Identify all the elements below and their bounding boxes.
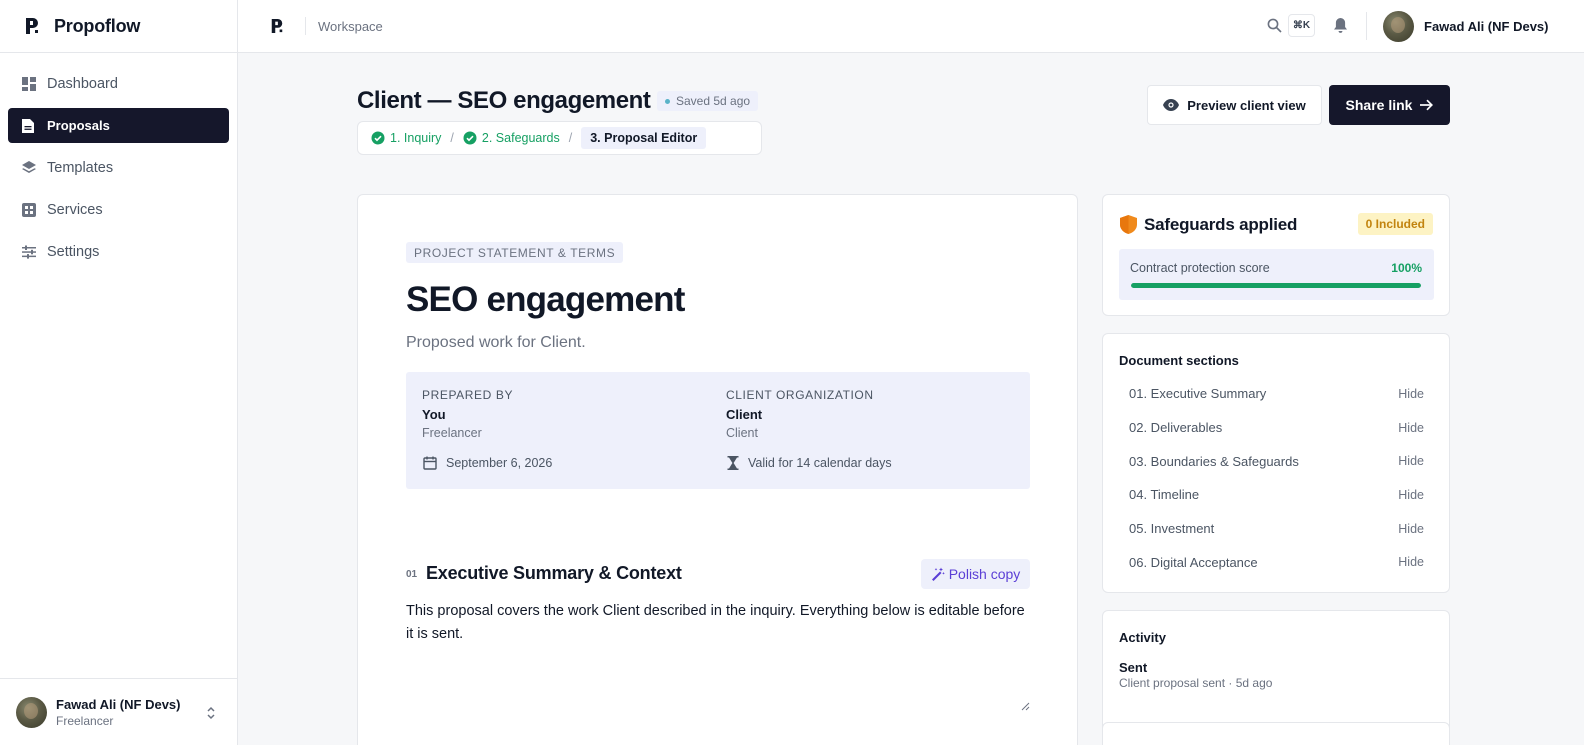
layers-icon [22,160,36,175]
sidebar-item-templates[interactable]: Templates [8,150,229,185]
shield-icon [1120,215,1137,234]
list-item[interactable]: 02. Deliverables Hide [1119,411,1434,445]
hide-section-button[interactable]: Hide [1398,488,1424,502]
workspace-breadcrumb[interactable]: Workspace [318,19,383,34]
sidebar: Propoflow Dashboard Proposals Templates … [0,0,238,745]
status-dot [665,98,670,104]
list-item[interactable]: 03. Boundaries & Safeguards Hide [1119,444,1434,478]
activity-item-detail: Client proposal sent · 5d ago [1119,676,1273,690]
list-item[interactable]: 05. Investment Hide [1119,512,1434,546]
hide-section-button[interactable]: Hide [1398,387,1424,401]
protection-score: Contract protection score 100% [1119,249,1434,300]
sidebar-item-proposals[interactable]: Proposals [8,108,229,143]
hide-section-button[interactable]: Hide [1398,421,1424,435]
list-item[interactable]: 06. Digital Acceptance Hide [1119,545,1434,579]
sidebar-nav: Dashboard Proposals Templates Services S… [0,53,237,289]
grid-icon [22,202,36,217]
step-separator: / [450,131,454,145]
user-name[interactable]: Fawad Ali (NF Devs) [1424,19,1548,34]
check-circle-icon [463,131,477,145]
page-title: Client — SEO engagement [357,87,651,114]
step-safeguards[interactable]: 2. Safeguards [463,131,560,145]
search-icon[interactable] [1267,18,1282,33]
sidebar-item-label: Proposals [47,118,110,133]
step-proposal-editor[interactable]: 3. Proposal Editor [581,127,707,149]
topbar: Workspace ⌘K Fawad Ali (NF Devs) [238,0,1584,53]
arrow-right-icon [1420,99,1434,111]
propoflow-logo-icon [26,18,38,34]
safeguards-title: Safeguards applied [1144,215,1298,234]
list-item[interactable]: 04. Timeline Hide [1119,478,1434,512]
propoflow-logo-icon[interactable] [270,18,284,34]
hide-section-button[interactable]: Hide [1398,454,1424,468]
sidebar-item-label: Dashboard [47,75,118,92]
resize-handle-icon[interactable] [1020,701,1030,711]
proposal-document: PROJECT STATEMENT & TERMS SEO engagement… [357,194,1078,745]
document-sections-panel: Document sections 01. Executive Summary … [1102,333,1450,593]
sidebar-item-dashboard[interactable]: Dashboard [8,66,229,101]
protection-score-label: Contract protection score [1130,261,1270,275]
next-panel [1102,722,1450,745]
section-list: 01. Executive Summary Hide 02. Deliverab… [1119,377,1434,579]
brand[interactable]: Propoflow [0,0,237,53]
client-organization: CLIENT ORGANIZATION Client Client [726,388,874,440]
section-title[interactable]: Executive Summary & Context [426,563,682,584]
sliders-icon [22,245,36,259]
section-body-editor[interactable]: This proposal covers the work Client des… [406,600,1030,712]
hide-section-button[interactable]: Hide [1398,522,1424,536]
protection-score-fill [1131,283,1421,288]
check-circle-icon [371,131,385,145]
avatar [16,696,47,728]
document-subtitle[interactable]: Proposed work for Client. [406,334,586,352]
activity-panel: Activity Sent Client proposal sent · 5d … [1102,610,1450,734]
proposal-date[interactable]: September 6, 2026 [423,456,552,470]
step-inquiry[interactable]: 1. Inquiry [371,131,441,145]
sidebar-item-settings[interactable]: Settings [8,234,229,269]
account-name: Fawad Ali (NF Devs) [56,696,181,712]
bell-icon[interactable] [1333,17,1348,34]
saved-status-badge: Saved 5d ago [657,91,759,111]
sidebar-item-label: Settings [47,243,100,260]
magic-wand-icon [931,567,945,581]
account-role: Freelancer [56,713,114,728]
document-meta: PREPARED BY You Freelancer CLIENT ORGANI… [406,372,1030,489]
document-icon [22,118,36,133]
prepared-by: PREPARED BY You Freelancer [422,388,514,440]
calendar-icon [423,456,437,470]
hourglass-icon [727,456,739,470]
safeguards-panel: Safeguards applied 0 Included Contract p… [1102,194,1450,316]
divider [1366,12,1367,40]
dashboard-icon [22,76,36,91]
divider [305,17,306,35]
preview-client-view-button[interactable]: Preview client view [1147,85,1322,125]
chevron-up-down-icon [207,706,215,720]
brand-name: Propoflow [54,15,141,36]
validity-period[interactable]: Valid for 14 calendar days [727,456,892,470]
step-separator: / [568,131,573,145]
sidebar-item-services[interactable]: Services [8,192,229,227]
eye-icon [1163,99,1180,111]
account-switcher[interactable]: Fawad Ali (NF Devs) Freelancer [0,678,238,745]
activity-item: Sent [1119,660,1148,675]
saved-text: Saved 5d ago [676,94,751,108]
document-tag: PROJECT STATEMENT & TERMS [406,242,624,263]
sidebar-item-label: Templates [47,159,114,176]
protection-score-bar [1131,283,1421,288]
polish-copy-button[interactable]: Polish copy [921,559,1030,589]
hide-section-button[interactable]: Hide [1398,555,1424,569]
protection-score-value: 100% [1391,261,1422,275]
list-item[interactable]: 01. Executive Summary Hide [1119,377,1434,411]
section-number: 01 [406,569,418,580]
step-breadcrumb: 1. Inquiry / 2. Safeguards / 3. Proposal… [357,121,762,155]
activity-title: Activity [1119,630,1166,645]
document-sections-title: Document sections [1119,353,1239,368]
included-count-badge: 0 Included [1357,213,1433,235]
document-title[interactable]: SEO engagement [406,280,685,320]
avatar[interactable] [1383,11,1414,42]
command-shortcut[interactable]: ⌘K [1288,14,1315,37]
sidebar-item-label: Services [47,201,103,218]
share-link-button[interactable]: Share link [1329,85,1450,125]
